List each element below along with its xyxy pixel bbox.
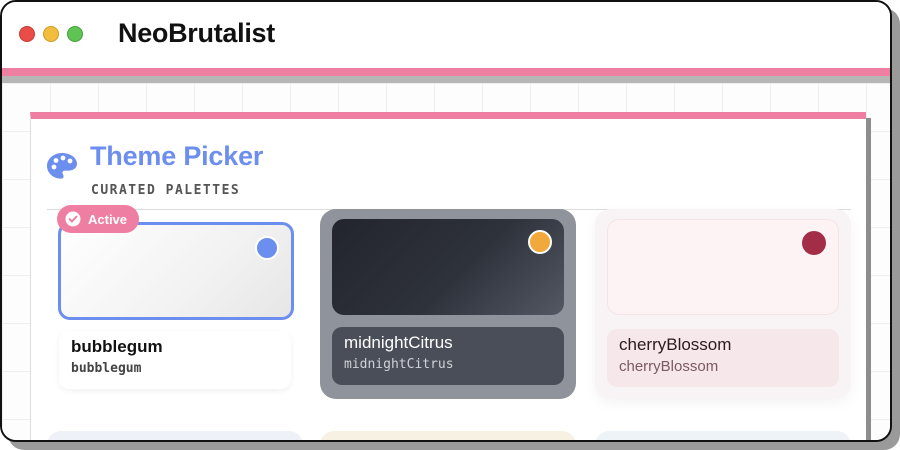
panel-subtitle: CURATED PALETTES	[91, 183, 241, 198]
theme-code: midnightCitrus	[344, 357, 454, 372]
theme-color-dot	[528, 230, 552, 254]
title-divider-shadow	[2, 76, 890, 83]
active-badge: Active	[57, 205, 140, 233]
theme-card[interactable]	[320, 431, 576, 440]
minimize-button[interactable]	[43, 26, 59, 42]
theme-color-dot	[802, 231, 826, 255]
palette-icon	[47, 153, 77, 179]
theme-card-cherryblossom[interactable]: cherryBlossom cherryBlossom	[595, 209, 851, 399]
theme-picker-panel: Theme Picker CURATED PALETTES bubblegum …	[30, 112, 866, 440]
theme-swatch	[58, 222, 294, 320]
canvas: Theme Picker CURATED PALETTES bubblegum …	[2, 83, 890, 440]
panel-title: Theme Picker	[90, 141, 264, 171]
theme-swatch	[332, 219, 564, 315]
theme-name: cherryBlossom	[619, 335, 732, 354]
theme-info: cherryBlossom cherryBlossom	[607, 329, 839, 387]
theme-code: bubblegum	[71, 361, 142, 376]
theme-card-bubblegum[interactable]: bubblegum bubblegum	[47, 220, 303, 410]
app-window: NeoBrutalist Theme Picker CURATED PALETT…	[0, 0, 892, 442]
theme-card[interactable]	[595, 431, 851, 440]
theme-card-midnightcitrus[interactable]: midnightCitrus midnightCitrus	[320, 209, 576, 399]
theme-swatch	[607, 219, 839, 315]
theme-color-dot	[255, 236, 279, 260]
close-button[interactable]	[19, 26, 35, 42]
theme-name: midnightCitrus	[344, 333, 453, 352]
theme-code: cherryBlossom	[619, 358, 719, 375]
theme-info: midnightCitrus midnightCitrus	[332, 327, 564, 385]
app-title: NeoBrutalist	[118, 18, 275, 48]
theme-info: bubblegum bubblegum	[59, 331, 291, 389]
title-bar: NeoBrutalist	[2, 2, 890, 68]
title-divider	[2, 68, 890, 76]
check-badge-icon	[65, 211, 81, 227]
theme-card[interactable]	[47, 431, 303, 440]
active-badge-label: Active	[88, 211, 128, 227]
maximize-button[interactable]	[67, 26, 83, 42]
theme-name: bubblegum	[71, 337, 163, 356]
